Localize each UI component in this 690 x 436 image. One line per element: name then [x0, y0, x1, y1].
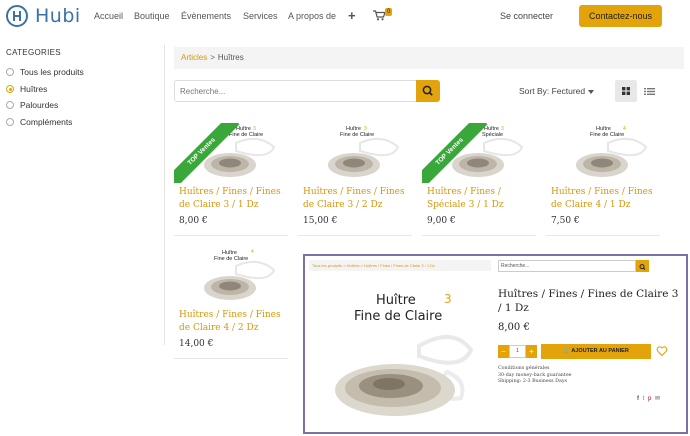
nav-a-propos[interactable]: A propos de: [288, 11, 336, 21]
product-name-link[interactable]: Huîtres / Fines / Fines de Claire 4 / 2 …: [179, 309, 291, 335]
category-label: Huîtres: [20, 84, 48, 94]
detail-product-price: 8,00 €: [498, 322, 530, 333]
product-image-number: 4: [251, 249, 254, 255]
category-label: Palourdes: [20, 100, 59, 110]
product-image[interactable]: Huître Spéciale 3 TOP Ventes: [422, 123, 536, 183]
grid-view-button[interactable]: [615, 80, 637, 102]
grid-icon: [622, 87, 630, 95]
product-image-caption: Spéciale: [482, 132, 504, 138]
product-name-link[interactable]: Huîtres / Fines / Fines de Claire 4 / 1 …: [551, 186, 663, 212]
sort-label: Sort By: Fectured: [519, 86, 586, 96]
product-price: 9,00 €: [427, 216, 456, 226]
chevron-down-icon: [588, 89, 595, 94]
contact-button[interactable]: Contactez-nous: [579, 5, 662, 27]
card-divider: [174, 235, 288, 236]
detail-terms: Conditions générales 30-day money-back g…: [498, 366, 572, 386]
product-price: 15,00 €: [303, 216, 338, 226]
breadcrumb: Articles > Huîtres: [174, 47, 684, 69]
email-icon[interactable]: ✉: [655, 395, 660, 402]
product-image[interactable]: Huître Fine de Claire 4: [546, 123, 660, 183]
radio-icon[interactable]: [6, 101, 14, 109]
detail-search-input[interactable]: Recherche...: [498, 260, 636, 272]
product-image-caption: Fine de Claire: [340, 132, 375, 138]
logo-text[interactable]: Hubi: [35, 5, 81, 27]
sort-dropdown[interactable]: Sort By: Fectured: [519, 86, 595, 96]
breadcrumb-articles-link[interactable]: Articles: [181, 53, 207, 62]
wishlist-heart-icon[interactable]: [656, 344, 668, 357]
product-name-link[interactable]: Huîtres / Fines / Spéciale 3 / 1 Dz: [427, 186, 539, 212]
card-divider: [174, 358, 288, 359]
product-name-link[interactable]: Huîtres / Fines / Fines de Claire 3 / 2 …: [303, 186, 413, 212]
card-divider: [546, 235, 660, 236]
product-image-number: 3: [364, 126, 367, 132]
search-button[interactable]: [416, 80, 440, 102]
product-image[interactable]: Huître Fine de Claire 4: [174, 246, 288, 306]
breadcrumb-current: Huîtres: [217, 53, 244, 62]
card-divider: [298, 235, 412, 236]
cart-count-badge: 0: [385, 8, 393, 16]
product-image-caption: Fine de Claire: [214, 256, 249, 262]
qty-increase-button[interactable]: +: [526, 345, 537, 358]
add-to-cart-button[interactable]: 🛒 AJOUTER AU PANIER: [541, 344, 651, 359]
card-divider: [422, 235, 536, 236]
detail-product-name: Huîtres / Fines / Fines de Claire 3 / 1 …: [498, 288, 679, 314]
product-price: 7,50 €: [551, 216, 580, 226]
product-image[interactable]: Huître Fine de Claire 3: [298, 123, 412, 183]
product-image-number: 3: [501, 126, 504, 132]
detail-breadcrumb-text[interactable]: Tous les produits > Huîtres > Huîtres / …: [312, 263, 435, 268]
terms-line: Shipping: 2-3 Business Days: [498, 379, 567, 384]
pinterest-icon[interactable]: p: [648, 396, 651, 402]
radio-icon[interactable]: [6, 68, 14, 76]
qty-input[interactable]: 1: [509, 345, 526, 358]
list-icon: [644, 88, 655, 95]
detail-search-button[interactable]: [636, 260, 649, 272]
detail-breadcrumb: Tous les produits > Huîtres > Huîtres / …: [309, 260, 491, 271]
product-name-link[interactable]: Huîtres / Fines / Fines de Claire 3 / 1 …: [179, 186, 289, 212]
detail-image-caption: Fine de Claire: [354, 309, 443, 324]
search-icon: [422, 85, 433, 96]
product-price: 8,00 €: [179, 216, 208, 226]
twitter-icon[interactable]: t: [643, 396, 645, 402]
nav-accueil[interactable]: Accueil: [94, 11, 123, 21]
category-label: Tous les produits: [20, 67, 84, 77]
radio-icon[interactable]: [6, 118, 14, 126]
nav-boutique[interactable]: Boutique: [134, 11, 170, 21]
detail-image-number: 3: [444, 292, 452, 306]
product-image-caption: Fine de Claire: [229, 132, 264, 138]
categories-title: CATEGORIES: [6, 48, 61, 57]
list-view-button[interactable]: [641, 82, 657, 100]
nav-services[interactable]: Services: [243, 11, 278, 21]
product-image-caption: Fine de Claire: [590, 132, 625, 138]
top-navbar: Hubi Accueil Boutique Évènements Service…: [0, 0, 690, 33]
breadcrumb-separator: >: [210, 53, 215, 62]
qty-decrease-button[interactable]: −: [498, 345, 509, 358]
product-image[interactable]: Huître Fine de Claire 3 TOP Ventes: [174, 123, 288, 183]
category-label: Compléments: [20, 117, 73, 127]
share-icons: f t p ✉: [637, 395, 662, 403]
product-price: 14,00 €: [179, 339, 214, 349]
search-input[interactable]: [174, 80, 416, 102]
search-icon: [639, 264, 646, 270]
plus-icon[interactable]: +: [348, 8, 356, 23]
nav-evenements[interactable]: Évènements: [181, 11, 231, 21]
product-image-number: 3: [253, 126, 256, 132]
sidebar-divider: [164, 45, 165, 345]
product-image-number: 4: [623, 126, 626, 132]
facebook-icon[interactable]: f: [637, 396, 639, 402]
radio-selected-icon[interactable]: [6, 85, 14, 93]
detail-image-caption: Huître: [376, 293, 416, 308]
login-link[interactable]: Se connecter: [500, 11, 553, 21]
add-to-cart-label: AJOUTER AU PANIER: [571, 348, 629, 354]
hubi-logo-icon[interactable]: [6, 5, 28, 27]
product-detail-preview: Tous les produits > Huîtres > Huîtres / …: [303, 254, 688, 434]
